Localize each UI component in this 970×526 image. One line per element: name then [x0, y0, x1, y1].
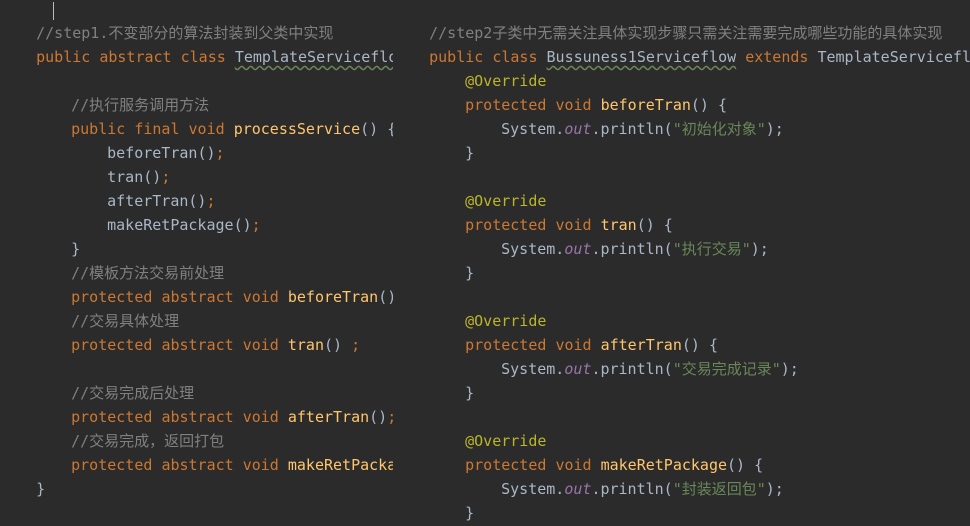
class-declaration: public class Bussuness1Serviceflow exten…: [393, 24, 970, 66]
method-signature-after-tran: protected void afterTran() {: [429, 312, 718, 354]
method-close-brace: }: [35, 216, 80, 258]
method-name: tran: [287, 336, 324, 354]
println-call: .println(: [591, 480, 673, 498]
call-end: );: [780, 360, 799, 378]
params: (): [324, 336, 352, 354]
keyword-abstract: abstract: [99, 48, 172, 66]
override-annotation: @Override: [429, 288, 546, 330]
semicolon: ;: [351, 336, 361, 354]
keyword-void: void: [242, 288, 279, 306]
override-annotation: @Override: [429, 408, 546, 450]
method-signature-tran: protected void tran() {: [429, 192, 673, 234]
keyword-abstract: abstract: [161, 456, 234, 474]
keyword-abstract: abstract: [161, 336, 234, 354]
class-close-brace: }: [393, 504, 438, 526]
comment-after-tran: //交易完成后处理: [35, 360, 194, 402]
keyword-void: void: [242, 408, 279, 426]
call-end: );: [765, 120, 784, 138]
println-tran: System.out.println("执行交易");: [465, 216, 769, 258]
call-end: );: [765, 480, 784, 498]
close-brace: }: [465, 504, 475, 522]
call-name: makeRetPackage: [107, 216, 234, 234]
left-editor-pane[interactable]: //step1.不变部分的算法封装到父类中实现 public abstract …: [0, 0, 393, 526]
process-service-signature: public final void processService() {: [35, 96, 393, 138]
close-brace: }: [36, 480, 46, 498]
keyword-void: void: [242, 456, 279, 474]
method-close-brace: }: [429, 480, 474, 522]
string-literal: "初始化对象": [672, 120, 766, 138]
call-before-tran: beforeTran();: [71, 120, 224, 162]
right-editor-pane[interactable]: //step2子类中无需关注具体实现步骤只需关注需要完成哪些功能的具体实现 pu…: [393, 0, 970, 526]
system-ref: System.: [501, 480, 565, 498]
override-annotation: @Override: [429, 48, 546, 90]
close-brace: }: [465, 264, 475, 282]
class-name: TemplateServiceflow: [234, 48, 393, 66]
println-before-tran: System.out.println("初始化对象");: [465, 96, 784, 138]
call-paren: (): [197, 144, 216, 162]
close-brace: }: [465, 384, 475, 402]
string-literal: "封装返回包": [672, 480, 766, 498]
class-close-brace: }: [0, 456, 45, 498]
text-cursor: [53, 2, 54, 20]
method-close-brace: }: [429, 360, 474, 402]
comment-process-service: //执行服务调用方法: [35, 72, 209, 114]
method-name: processService: [233, 120, 361, 138]
method-signature-make-ret-package: protected void makeRetPackage() {: [429, 432, 763, 474]
system-ref: System.: [501, 120, 565, 138]
abstract-tran: protected abstract void tran() ;: [35, 312, 360, 354]
abstract-before-tran: protected abstract void beforeTran() ;: [35, 264, 393, 306]
call-end: );: [750, 240, 769, 258]
call-tran: tran();: [71, 144, 170, 186]
call-paren: (): [233, 216, 252, 234]
parent-class-name: TemplateServiceflow: [817, 48, 970, 66]
params: (): [369, 408, 388, 426]
method-name: beforeTran: [287, 288, 379, 306]
string-literal: "交易完成记录": [672, 360, 781, 378]
println-call: .println(: [591, 240, 673, 258]
keyword-class: class: [180, 48, 226, 66]
keyword-protected: protected: [71, 336, 153, 354]
params: () {: [360, 120, 393, 138]
println-call: .println(: [591, 120, 673, 138]
semicolon: ;: [215, 144, 225, 162]
out-field: out: [564, 360, 592, 378]
system-ref: System.: [501, 360, 565, 378]
call-make-ret-package: makeRetPackage();: [71, 192, 261, 234]
out-field: out: [564, 480, 592, 498]
println-call: .println(: [591, 360, 673, 378]
keyword-extends: extends: [745, 48, 809, 66]
method-signature-before-tran: protected void beforeTran() {: [429, 72, 727, 114]
abstract-after-tran: protected abstract void afterTran();: [35, 384, 393, 426]
string-literal: "执行交易": [672, 240, 751, 258]
close-brace: }: [465, 144, 475, 162]
println-after-tran: System.out.println("交易完成记录");: [465, 336, 799, 378]
semicolon: ;: [251, 216, 261, 234]
println-make-ret-package: System.out.println("封装返回包");: [465, 456, 784, 498]
method-name: makeRetPackage: [287, 456, 393, 474]
params: (): [378, 288, 393, 306]
call-after-tran: afterTran();: [71, 168, 215, 210]
comment-before-tran: //模板方法交易前处理: [35, 240, 224, 282]
keyword-protected: protected: [71, 456, 153, 474]
method-close-brace: }: [429, 240, 474, 282]
header-comment: //step1.不变部分的算法封装到父类中实现: [0, 0, 333, 42]
method-close-brace: }: [429, 120, 474, 162]
header-comment: //step2子类中无需关注具体实现步骤只需关注需要完成哪些功能的具体实现: [393, 0, 942, 42]
method-name: afterTran: [287, 408, 370, 426]
out-field: out: [564, 240, 592, 258]
class-declaration: public abstract class TemplateServiceflo…: [0, 24, 393, 66]
class-name: Bussuness1Serviceflow: [546, 48, 737, 66]
out-field: out: [564, 120, 592, 138]
comment-tran: //交易具体处理: [35, 288, 179, 330]
system-ref: System.: [501, 240, 565, 258]
comment-make-ret-package: //交易完成，返回打包: [35, 408, 224, 450]
keyword-void: void: [242, 336, 279, 354]
abstract-make-ret-package: protected abstract void makeRetPackage(): [35, 432, 393, 474]
override-annotation: @Override: [429, 168, 546, 210]
keyword-public: public: [36, 48, 91, 66]
